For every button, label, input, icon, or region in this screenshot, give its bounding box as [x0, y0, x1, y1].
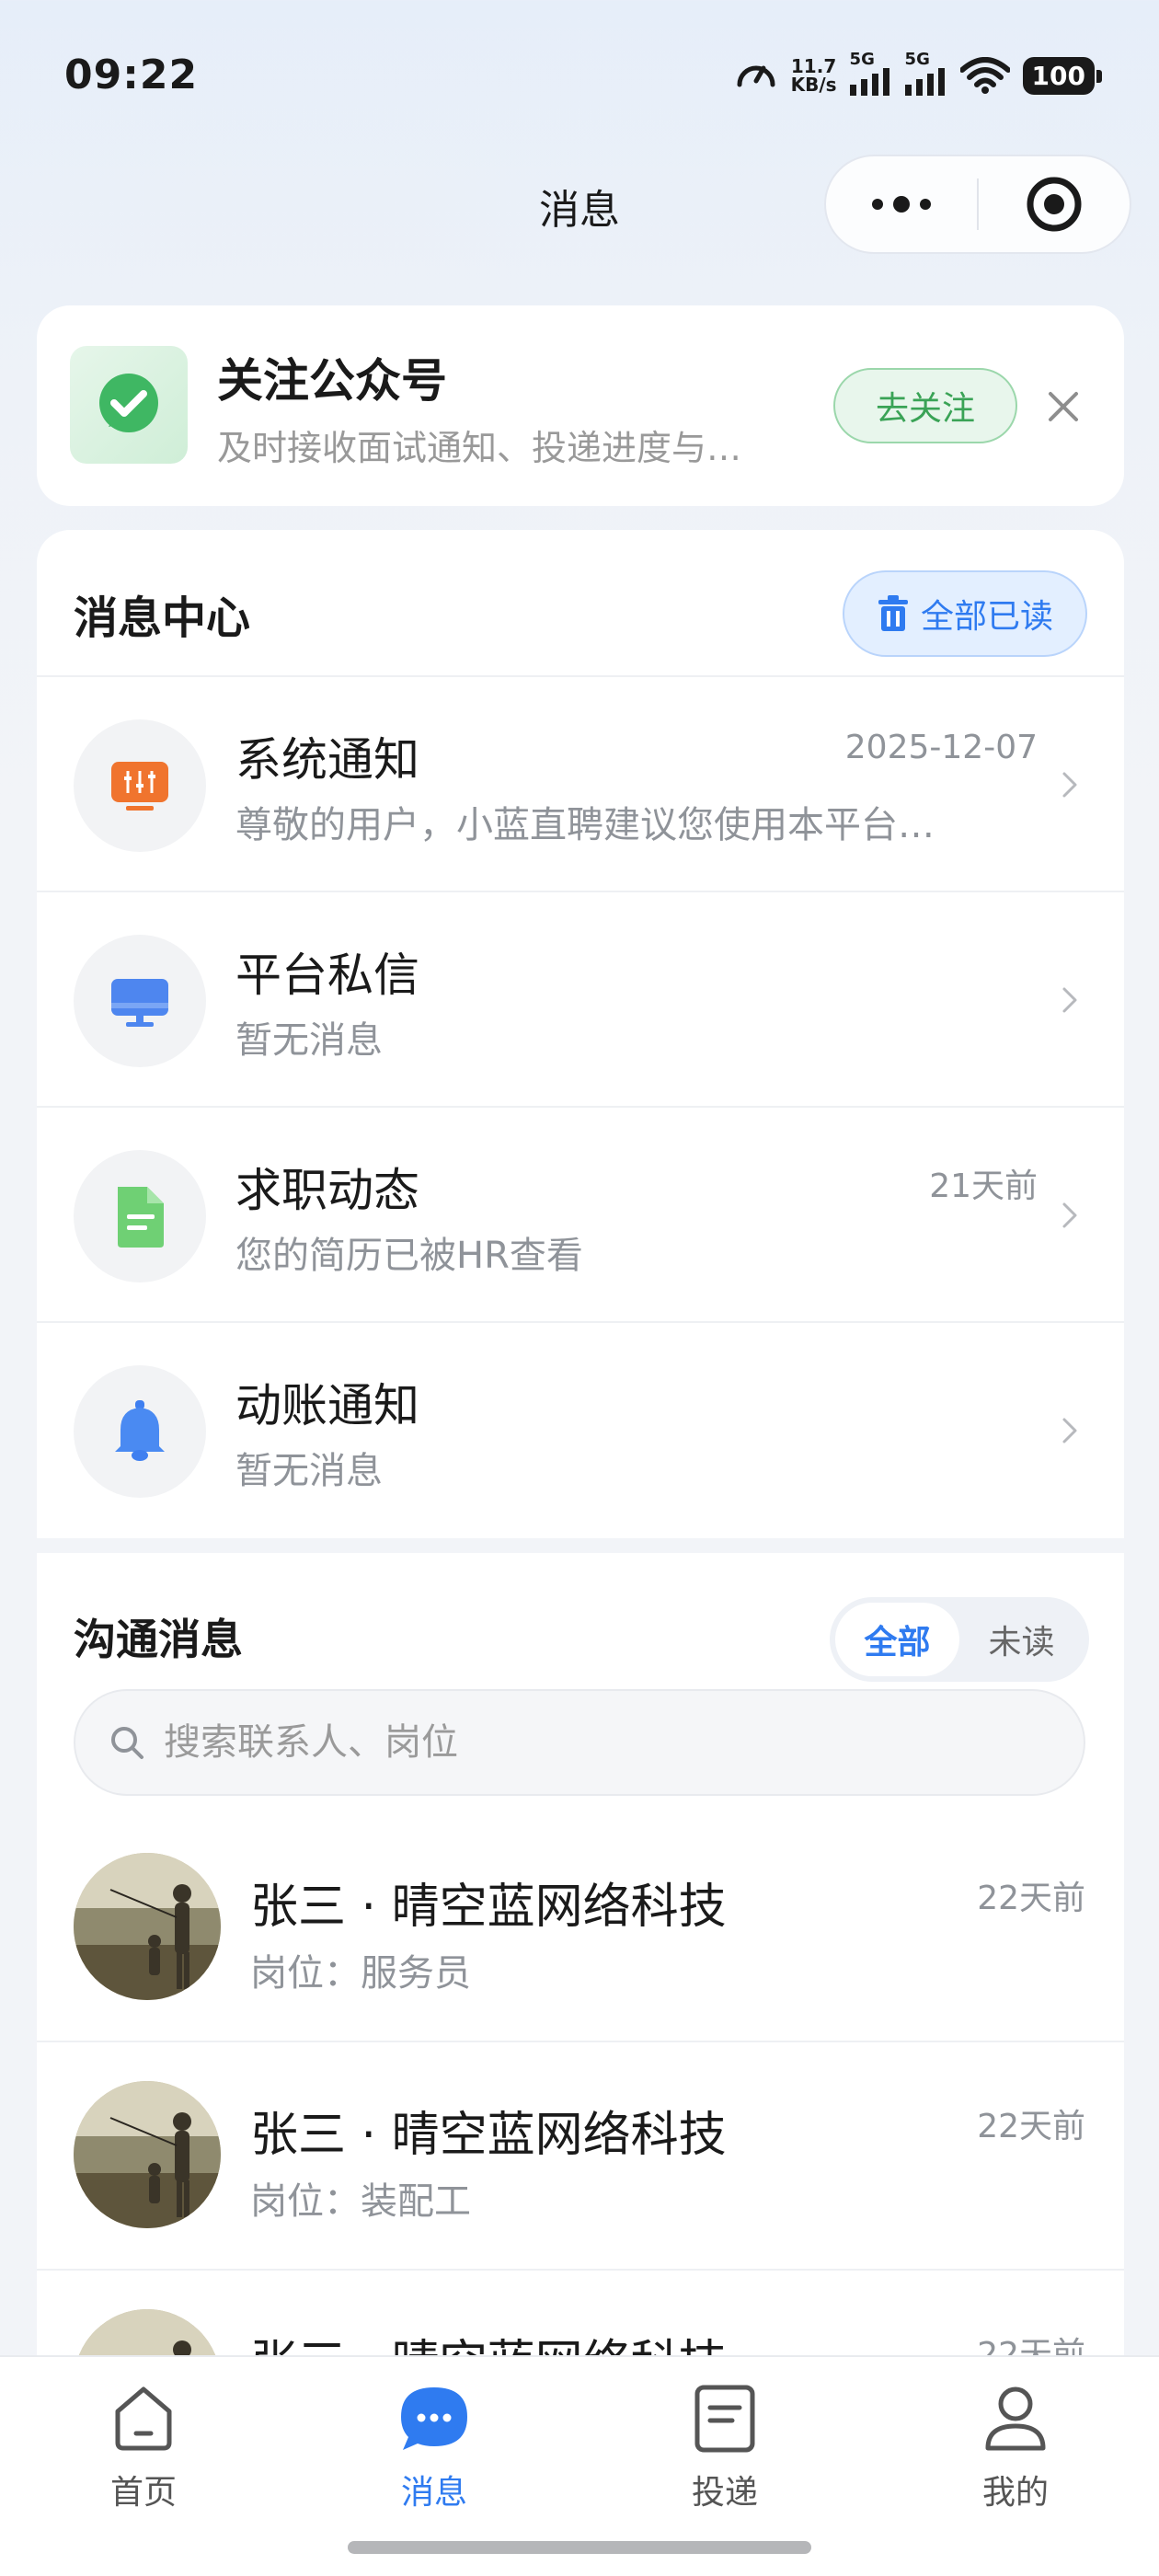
home-icon [115, 2386, 172, 2451]
status-time: 09:22 [64, 52, 199, 98]
chevron-right-icon [1062, 1418, 1077, 1443]
chat-item[interactable]: 张三 · 晴空蓝网络科技 22天前 [37, 2271, 1124, 2355]
message-center-title: 消息中心 [74, 592, 251, 644]
follow-title: 关注公众号 [217, 354, 447, 408]
chat-filter-segment: 全部 未读 [830, 1597, 1089, 1682]
chat-time: 22天前 [977, 1880, 1085, 1917]
tab-home[interactable]: 首页 [52, 2377, 235, 2513]
avatar [74, 1853, 221, 2000]
chat-section-title: 沟通消息 [74, 1615, 243, 1664]
status-icons: 11.7 KB/s 5G 5G 100 [734, 48, 1103, 103]
chevron-right-icon [1062, 772, 1077, 798]
network-speed: 11.7 KB/s [790, 55, 837, 96]
chat-section-header: 沟通消息 全部 未读 [37, 1553, 1124, 1691]
bell-icon [74, 1365, 206, 1498]
tab-applications[interactable]: 投递 [633, 2377, 817, 2513]
notice-title: 平台私信 [235, 949, 419, 1002]
user-icon [985, 2386, 1046, 2451]
trash-icon [878, 595, 908, 631]
chevron-right-icon [1062, 1202, 1077, 1228]
chat-time: 22天前 [977, 2108, 1085, 2145]
mark-all-read-button[interactable]: 全部已读 [843, 570, 1087, 657]
home-indicator[interactable] [348, 2541, 811, 2554]
notice-preview: 暂无消息 [235, 1019, 383, 1062]
speedometer-icon [737, 65, 775, 87]
close-miniprogram-button[interactable] [979, 156, 1130, 252]
chat-item[interactable]: 张三 · 晴空蓝网络科技 22天前 岗位：装配工 [37, 2042, 1124, 2271]
chat-search-bar[interactable] [74, 1689, 1085, 1796]
signal-5g-1: 5G [849, 51, 892, 100]
notice-preview: 暂无消息 [235, 1450, 383, 1492]
tab-label: 我的 [981, 2474, 1049, 2512]
notice-preview: 尊敬的用户，小蓝直聘建议您使用本平台… [235, 804, 935, 846]
signal-icon [849, 67, 889, 96]
document-icon [74, 1150, 206, 1282]
tab-label: 消息 [400, 2474, 467, 2512]
system-notice-icon [74, 719, 206, 852]
chat-position: 岗位：装配工 [250, 2180, 471, 2223]
chat-position: 岗位：服务员 [250, 1952, 471, 1995]
chat-list: 张三 · 晴空蓝网络科技 22天前 岗位：服务员 张三 · 晴空蓝网络科技 22… [37, 1814, 1124, 2355]
signal-5g-2: 5G [904, 51, 947, 100]
notice-time: 2025-12-07 [844, 729, 1038, 766]
more-button[interactable] [826, 156, 977, 252]
filter-all-tab[interactable]: 全部 [835, 1603, 959, 1676]
battery-indicator: 100 [1022, 56, 1103, 95]
message-center-header: 消息中心 全部已读 [37, 530, 1124, 677]
document-icon [694, 2385, 755, 2453]
mark-all-read-label: 全部已读 [920, 598, 1053, 636]
section-separator [37, 1538, 1124, 1553]
status-bar: 09:22 11.7 KB/s 5G 5G 100 [0, 0, 1159, 147]
avatar [74, 2309, 221, 2355]
notice-title: 动账通知 [235, 1379, 419, 1432]
follow-official-account-banner: 关注公众号 及时接收面试通知、投递进度与… 去关注 [37, 305, 1124, 506]
notice-row-private-message[interactable]: 平台私信 暂无消息 [37, 892, 1124, 1108]
wifi-icon [959, 57, 1010, 94]
follow-button[interactable]: 去关注 [833, 368, 1017, 443]
chat-contact-name: 张三 · 晴空蓝网络科技 [250, 1880, 727, 1935]
mini-program-capsule [824, 155, 1131, 254]
notice-row-system[interactable]: 系统通知 2025-12-07 尊敬的用户，小蓝直聘建议您使用本平台… [37, 677, 1124, 892]
chat-time: 22天前 [977, 2336, 1085, 2355]
notice-row-job-updates[interactable]: 求职动态 21天前 您的简历已被HR查看 [37, 1108, 1124, 1323]
tab-messages[interactable]: 消息 [342, 2377, 526, 2513]
filter-unread-tab[interactable]: 未读 [959, 1603, 1084, 1676]
tab-label: 投递 [691, 2474, 758, 2512]
chevron-right-icon [1062, 987, 1077, 1013]
chat-contact-name: 张三 · 晴空蓝网络科技 [250, 2324, 727, 2355]
wechat-check-icon [70, 346, 188, 464]
monitor-icon [74, 935, 206, 1067]
notice-title: 系统通知 [235, 733, 419, 787]
notice-time: 21天前 [929, 1167, 1038, 1205]
target-circle-icon [1027, 177, 1082, 232]
chat-bubble-icon [401, 2387, 467, 2450]
more-dots-icon [872, 196, 931, 213]
signal-icon [904, 67, 945, 96]
avatar [74, 2081, 221, 2228]
notice-title: 求职动态 [235, 1164, 419, 1217]
tab-label: 首页 [109, 2474, 177, 2512]
search-icon [111, 1727, 143, 1759]
notice-row-account-changes[interactable]: 动账通知 暂无消息 [37, 1323, 1124, 1538]
follow-description: 及时接收面试通知、投递进度与… [217, 428, 742, 468]
tab-profile[interactable]: 我的 [924, 2377, 1107, 2513]
chat-contact-name: 张三 · 晴空蓝网络科技 [250, 2108, 727, 2163]
search-input[interactable] [164, 1721, 992, 1764]
close-icon[interactable] [1045, 388, 1082, 425]
notice-preview: 您的简历已被HR查看 [235, 1235, 583, 1277]
chat-item[interactable]: 张三 · 晴空蓝网络科技 22天前 岗位：服务员 [37, 1814, 1124, 2042]
